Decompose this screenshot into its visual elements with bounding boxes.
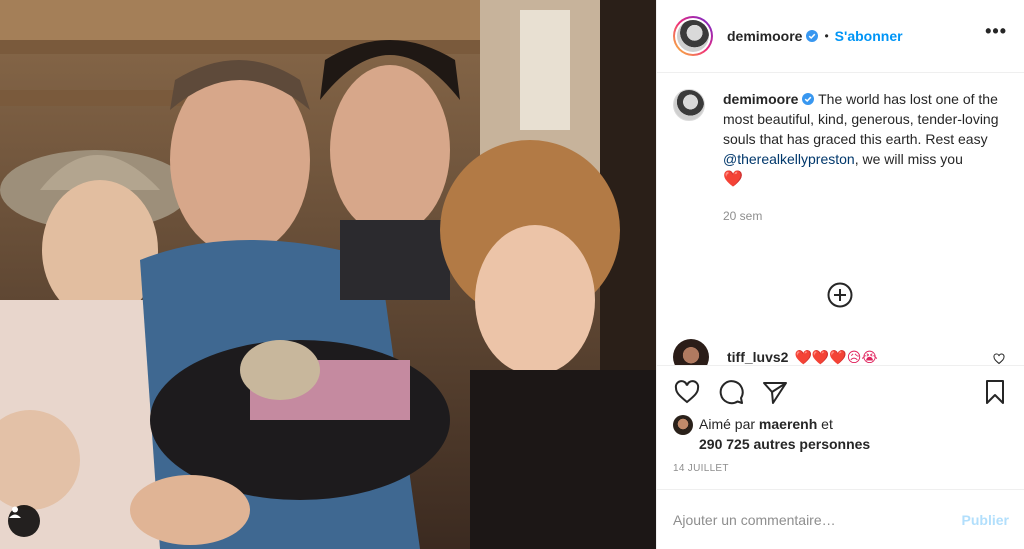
post-header: demimoore • S'abonner ••• <box>657 0 1024 73</box>
comment-username[interactable]: tiff_luvs2 <box>727 349 788 365</box>
verified-badge-icon <box>806 30 819 42</box>
plus-circle-icon[interactable] <box>826 281 854 309</box>
bookmark-icon[interactable] <box>981 378 1009 406</box>
instagram-post: demimoore • S'abonner ••• demimoore The … <box>0 0 1024 549</box>
user-tag-icon[interactable] <box>8 505 40 537</box>
caption-avatar[interactable] <box>673 89 705 121</box>
comment-icon[interactable] <box>717 378 745 406</box>
more-options-icon[interactable]: ••• <box>985 22 1007 40</box>
caption-text-end: , we will miss you <box>854 151 963 167</box>
comment-avatar[interactable] <box>673 339 709 365</box>
caption-username[interactable]: demimoore <box>723 91 798 107</box>
likes-count-link[interactable]: 290 725 autres personnes <box>699 436 870 452</box>
comment-like-heart-icon[interactable] <box>993 353 1005 365</box>
likes-connector: et <box>821 416 833 432</box>
verified-badge-icon <box>802 93 815 105</box>
comment-item: tiff_luvs2 ❤️❤️❤️😥😭 <box>673 339 1009 365</box>
follow-button[interactable]: S'abonner <box>835 28 903 44</box>
caption-body: demimoore The world has lost one of the … <box>723 89 999 226</box>
profile-avatar[interactable] <box>673 16 713 56</box>
caption-mention-link[interactable]: @therealkellypreston <box>723 151 855 167</box>
group-photo-image <box>0 0 656 549</box>
comment-input[interactable] <box>673 511 962 528</box>
post-date[interactable]: 14 JUILLET <box>673 463 729 474</box>
heart-emoji: ❤️ <box>723 171 743 188</box>
separator-dot: • <box>824 29 829 43</box>
post-side-panel: demimoore • S'abonner ••• demimoore The … <box>656 0 1024 549</box>
likes-text: Aimé par maerenh et 290 725 autres perso… <box>699 414 870 454</box>
add-comment-bar: Publier <box>657 489 1024 549</box>
comments-section[interactable]: demimoore The world has lost one of the … <box>657 73 1024 365</box>
liker-username[interactable]: maerenh <box>759 416 817 432</box>
liker-avatar[interactable] <box>673 415 693 435</box>
likes-prefix: Aimé par <box>699 416 756 432</box>
publish-button[interactable]: Publier <box>962 512 1009 528</box>
heart-icon[interactable] <box>673 378 701 406</box>
caption: demimoore The world has lost one of the … <box>673 89 1009 226</box>
comment-text: ❤️❤️❤️😥😭 <box>794 348 878 365</box>
action-bar <box>657 365 1024 421</box>
caption-time[interactable]: 20 sem <box>723 206 999 226</box>
post-photo[interactable] <box>0 0 656 549</box>
likes-summary: Aimé par maerenh et 290 725 autres perso… <box>673 414 870 454</box>
share-icon[interactable] <box>761 378 789 406</box>
header-username[interactable]: demimoore <box>727 28 802 44</box>
